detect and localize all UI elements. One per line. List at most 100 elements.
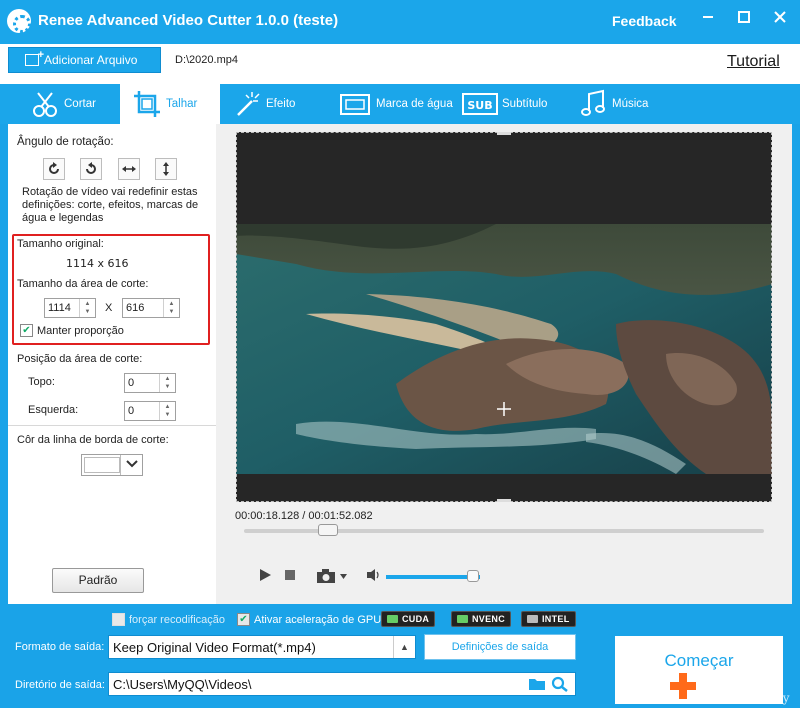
- watermark-icon: [340, 94, 370, 115]
- seek-thumb[interactable]: [318, 524, 338, 536]
- file-toolbar: Adicionar Arquivo D:\2020.mp4 Tutorial: [0, 44, 800, 84]
- format-label: Formato de saída:: [15, 641, 105, 653]
- section-divider: [8, 425, 216, 426]
- tab-marca-de-agua[interactable]: Marca de água: [338, 84, 453, 124]
- volume-icon[interactable]: [366, 568, 382, 586]
- close-icon[interactable]: [770, 10, 790, 30]
- crop-width-stepper[interactable]: 1114 ▲ ▼: [44, 298, 96, 318]
- svg-text:RENE.E: RENE.E: [716, 672, 777, 690]
- tab-label: Marca de água: [376, 98, 453, 110]
- force-reencode-checkbox[interactable]: [112, 613, 125, 626]
- crop-handle-bottom[interactable]: [497, 499, 511, 502]
- border-color-label: Côr da linha de borda de corte:: [17, 434, 169, 446]
- flip-horizontal-button[interactable]: [118, 158, 140, 180]
- color-swatch: [84, 457, 120, 473]
- gpu-accel-label: Ativar aceleração de GPU: [254, 614, 382, 626]
- tab-label: Subtítulo: [502, 98, 548, 110]
- volume-thumb[interactable]: [467, 570, 479, 582]
- rotate-cw-button[interactable]: [43, 158, 65, 180]
- flip-vertical-button[interactable]: [155, 158, 177, 180]
- left-label: Esquerda:: [28, 404, 79, 416]
- main-content: Ângulo de rotação: Rotação de vídeo vai …: [8, 124, 792, 604]
- feedback-link[interactable]: Feedback: [612, 13, 677, 29]
- gpu-badge-nvenc: NVENC: [451, 611, 512, 627]
- crop-width-value: 1114: [48, 302, 71, 314]
- folder-icon[interactable]: [528, 677, 546, 694]
- rotate-clockwise-icon: [49, 162, 59, 174]
- stepper-arrows[interactable]: ▲ ▼: [163, 299, 179, 317]
- tutorial-link[interactable]: Tutorial: [727, 53, 780, 71]
- nvidia-icon: [457, 615, 468, 623]
- tab-label: Cortar: [64, 98, 96, 110]
- keep-ratio-checkbox[interactable]: ✔: [20, 324, 33, 337]
- app-title: Renee Advanced Video Cutter 1.0.0 (teste…: [38, 12, 339, 29]
- original-size-value: 1114 x 616: [66, 257, 129, 270]
- feature-tabs: Cortar Talhar Efeito Marca de água SUB S…: [0, 84, 800, 124]
- stepper-arrows[interactable]: ▲ ▼: [79, 299, 95, 317]
- add-file-button[interactable]: Adicionar Arquivo: [8, 47, 161, 73]
- crop-top-value: 0: [128, 377, 135, 389]
- tab-label: Efeito: [266, 98, 296, 110]
- crop-left-value: 0: [128, 405, 135, 417]
- intel-icon: [527, 615, 538, 623]
- minimize-icon[interactable]: [698, 10, 718, 30]
- stepper-arrows[interactable]: ▲ ▼: [159, 374, 175, 392]
- default-button[interactable]: Padrão: [52, 568, 144, 593]
- video-preview[interactable]: [236, 132, 772, 502]
- tab-label: Talhar: [166, 98, 198, 110]
- volume-slider[interactable]: [386, 575, 480, 579]
- original-size-label: Tamanho original:: [17, 238, 104, 250]
- gpu-badge-intel: INTEL: [521, 611, 576, 627]
- crop-area-border[interactable]: [236, 132, 772, 502]
- file-path: D:\2020.mp4: [175, 54, 238, 66]
- output-settings-button[interactable]: Definições de saída: [424, 634, 576, 660]
- crop-size-label: Tamanho da área de corte:: [17, 278, 149, 290]
- magic-wand-icon: [237, 92, 260, 116]
- camera-icon[interactable]: [316, 568, 348, 588]
- rotation-note: Rotação de vídeo vai redefinir estas def…: [22, 186, 199, 224]
- force-reencode-label: forçar recodificação: [129, 614, 225, 626]
- rotation-label: Ângulo de rotação:: [17, 136, 114, 148]
- scissors-icon: [33, 92, 57, 117]
- tab-talhar[interactable]: Talhar: [120, 84, 220, 124]
- crop-icon: [134, 91, 160, 117]
- keep-ratio-label: Manter proporção: [37, 325, 124, 337]
- crop-top-stepper[interactable]: 0 ▲ ▼: [124, 373, 176, 393]
- play-icon[interactable]: [258, 568, 272, 586]
- svg-text:SUB: SUB: [467, 99, 492, 112]
- flip-horizontal-icon: [122, 166, 136, 172]
- gpu-accel-checkbox[interactable]: ✔: [237, 613, 250, 626]
- chevron-down-icon[interactable]: [120, 455, 142, 475]
- tab-musica[interactable]: Música: [578, 84, 648, 124]
- crop-height-stepper[interactable]: 616 ▲ ▼: [122, 298, 180, 318]
- subtitle-icon: SUB: [462, 93, 498, 115]
- output-format-select[interactable]: Keep Original Video Format(*.mp4) ▲: [108, 635, 416, 659]
- tab-subtitulo[interactable]: SUB Subtítulo: [462, 84, 547, 124]
- tab-cortar[interactable]: Cortar: [30, 84, 96, 124]
- rotate-counterclockwise-icon: [86, 162, 96, 174]
- music-icon: [581, 89, 605, 116]
- search-icon[interactable]: [551, 676, 569, 695]
- top-label: Topo:: [28, 376, 55, 388]
- crop-height-value: 616: [126, 302, 145, 314]
- gpu-badge-cuda: CUDA: [381, 611, 436, 627]
- output-format-value: Keep Original Video Format(*.mp4): [113, 639, 316, 655]
- border-color-select[interactable]: [81, 454, 143, 476]
- crop-handle-top[interactable]: [497, 132, 511, 135]
- crop-position-label: Posição da área de corte:: [17, 353, 143, 365]
- rotate-ccw-button[interactable]: [80, 158, 102, 180]
- stepper-arrows[interactable]: ▲ ▼: [159, 402, 175, 420]
- brand-watermark: RENE.E Laboratory: [664, 664, 800, 708]
- crop-left-stepper[interactable]: 0 ▲ ▼: [124, 401, 176, 421]
- output-dir-value: C:\Users\MyQQ\Videos\: [113, 676, 252, 692]
- svg-text:Laboratory: Laboratory: [722, 691, 790, 705]
- add-file-icon: [25, 49, 44, 66]
- output-dir-input[interactable]: C:\Users\MyQQ\Videos\: [108, 672, 576, 696]
- nvidia-icon: [387, 615, 398, 623]
- tab-efeito[interactable]: Efeito: [232, 84, 295, 124]
- stop-icon[interactable]: [283, 568, 297, 586]
- dir-label: Diretório de saída:: [15, 679, 105, 691]
- chevron-up-icon[interactable]: ▲: [393, 636, 415, 658]
- maximize-icon[interactable]: [734, 10, 754, 30]
- size-separator: X: [105, 302, 113, 314]
